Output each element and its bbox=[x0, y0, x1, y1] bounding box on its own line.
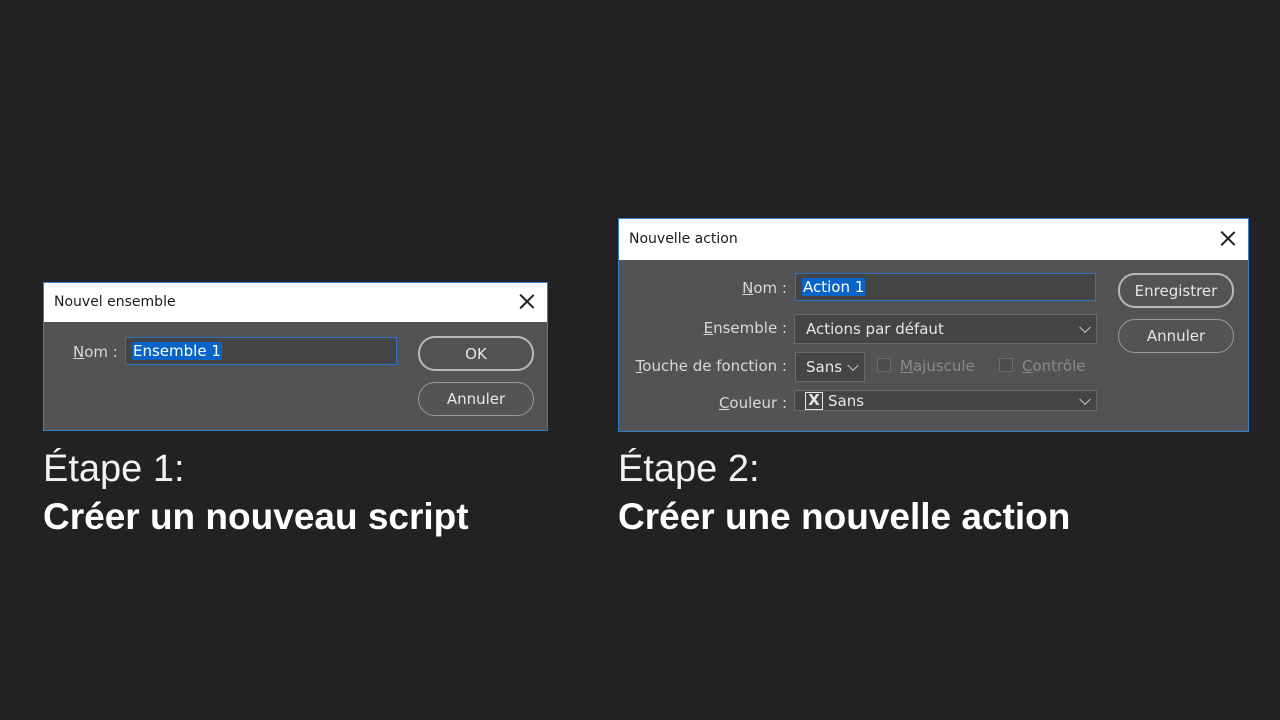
action-name-label-rest: om : bbox=[753, 279, 787, 297]
color-dropdown-value: Sans bbox=[828, 392, 865, 410]
cancel-button[interactable]: Annuler bbox=[418, 382, 534, 416]
control-checkbox[interactable] bbox=[999, 358, 1013, 372]
name-label: Nom : bbox=[73, 343, 118, 361]
chevron-down-icon bbox=[1079, 393, 1091, 405]
no-color-icon: X bbox=[805, 392, 823, 410]
function-key-label: Touche de fonction : bbox=[636, 357, 787, 375]
chevron-down-icon bbox=[847, 359, 859, 372]
shift-label-accel: M bbox=[900, 357, 913, 375]
set-label-rest: nsemble : bbox=[713, 319, 787, 337]
color-label-rest: ouleur : bbox=[729, 394, 787, 412]
set-label-accel: E bbox=[703, 319, 714, 337]
function-key-value: Sans bbox=[806, 358, 843, 376]
new-action-title: Nouvelle action bbox=[629, 231, 738, 247]
name-label-accel: N bbox=[73, 343, 85, 361]
shift-label-rest: ajuscule bbox=[912, 357, 975, 375]
set-name-input[interactable]: Ensemble 1 bbox=[125, 337, 397, 365]
action-name-label-accel: N bbox=[742, 279, 754, 297]
close-icon[interactable] bbox=[519, 293, 535, 309]
set-dropdown-value: Actions par défaut bbox=[806, 320, 944, 338]
shift-label: Majuscule bbox=[900, 357, 975, 375]
step1-caption: Étape 1: bbox=[43, 448, 185, 490]
control-label-accel: C bbox=[1022, 357, 1033, 375]
set-dropdown[interactable]: Actions par défaut bbox=[794, 314, 1097, 344]
shift-checkbox[interactable] bbox=[877, 358, 891, 372]
color-label-accel: C bbox=[718, 394, 730, 412]
new-action-dialog: Nouvelle action Nom : Action 1 Ensemble … bbox=[618, 218, 1249, 432]
record-button[interactable]: Enregistrer bbox=[1118, 273, 1234, 308]
new-set-titlebar: Nouvel ensemble bbox=[44, 283, 547, 322]
new-action-titlebar: Nouvelle action bbox=[619, 219, 1248, 260]
step2-title: Créer une nouvelle action bbox=[618, 496, 1071, 537]
step2-caption: Étape 2: bbox=[618, 448, 760, 490]
step1-title: Créer un nouveau script bbox=[43, 496, 469, 537]
set-label: Ensemble : bbox=[704, 319, 787, 337]
color-dropdown[interactable]: X Sans bbox=[794, 390, 1097, 411]
name-label-rest: om : bbox=[84, 343, 118, 361]
set-name-value: Ensemble 1 bbox=[132, 342, 222, 360]
function-key-label-rest: ouche de fonction : bbox=[642, 357, 787, 375]
new-set-dialog: Nouvel ensemble Nom : Ensemble 1 OK Annu… bbox=[43, 282, 548, 431]
color-label: Couleur : bbox=[719, 394, 787, 412]
control-label: Contrôle bbox=[1022, 357, 1085, 375]
cancel-button[interactable]: Annuler bbox=[1118, 319, 1234, 353]
control-label-rest: ontrôle bbox=[1032, 357, 1086, 375]
chevron-down-icon bbox=[1079, 321, 1091, 334]
close-icon[interactable] bbox=[1220, 230, 1236, 246]
new-set-title: Nouvel ensemble bbox=[54, 294, 176, 310]
ok-button[interactable]: OK bbox=[418, 336, 534, 371]
action-name-input[interactable]: Action 1 bbox=[795, 273, 1096, 301]
action-name-value: Action 1 bbox=[802, 278, 866, 296]
action-name-label: Nom : bbox=[742, 279, 787, 297]
function-key-dropdown[interactable]: Sans bbox=[795, 352, 865, 382]
